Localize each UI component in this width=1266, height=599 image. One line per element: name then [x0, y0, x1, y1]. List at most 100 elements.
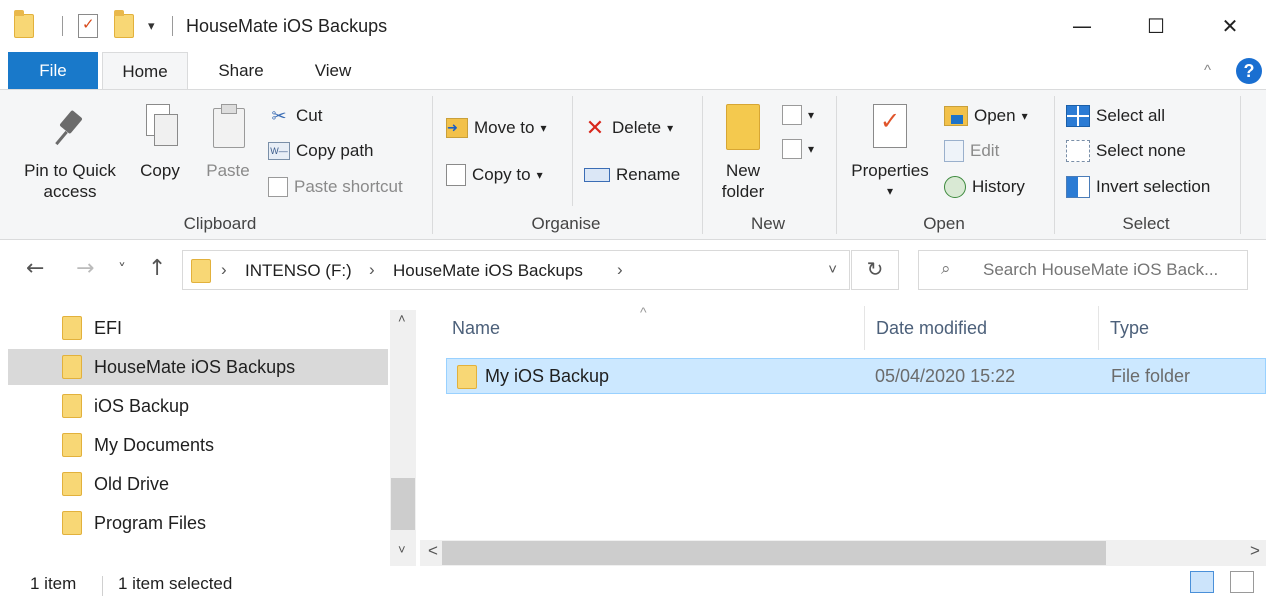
address-bar[interactable]: › INTENSO (F:) › HouseMate iOS Backups ›…: [182, 250, 850, 290]
sort-ascending-icon: ^: [640, 304, 647, 320]
status-bar: 1 item 1 item selected: [0, 566, 1266, 599]
column-divider[interactable]: [864, 306, 865, 350]
search-input[interactable]: [983, 260, 1245, 280]
history-button[interactable]: History: [944, 174, 1025, 200]
select-none-button[interactable]: Select none: [1066, 138, 1186, 164]
edit-button[interactable]: Edit: [944, 138, 999, 164]
tab-home[interactable]: Home: [102, 52, 188, 90]
easy-access-button[interactable]: ▾: [782, 136, 814, 162]
recent-locations-button[interactable]: ˅: [118, 260, 126, 279]
select-all-button[interactable]: Select all: [1066, 103, 1165, 129]
address-dropdown-button[interactable]: ˅: [828, 261, 837, 278]
copy-path-button[interactable]: W— Copy path: [268, 138, 374, 164]
column-header-type[interactable]: Type: [1110, 318, 1149, 339]
paste-button[interactable]: Paste: [200, 102, 256, 181]
tab-view[interactable]: View: [292, 52, 374, 90]
tree-item-ios-backup[interactable]: iOS Backup: [8, 388, 388, 424]
copy-button[interactable]: Copy: [134, 102, 186, 181]
window-title: HouseMate iOS Backups: [186, 16, 388, 36]
breadcrumb-current-folder[interactable]: HouseMate iOS Backups: [393, 261, 583, 281]
edit-icon: [944, 140, 964, 162]
move-to-icon: [446, 118, 468, 138]
paste-shortcut-button[interactable]: Paste shortcut: [268, 174, 403, 200]
back-button[interactable]: ←: [26, 256, 44, 281]
ribbon: Pin to Quick access Copy Paste ✂ Cut W— …: [0, 89, 1266, 240]
properties-quick-icon[interactable]: [78, 14, 98, 38]
tree-item-housemate-ios-backups[interactable]: HouseMate iOS Backups: [8, 349, 388, 385]
delete-icon: ✕: [585, 115, 605, 140]
group-divider: [702, 96, 703, 234]
new-folder-icon: [726, 104, 760, 150]
invert-selection-button[interactable]: Invert selection: [1066, 174, 1210, 200]
details-view-button[interactable]: [1190, 571, 1214, 593]
properties-icon: [873, 104, 907, 148]
scroll-left-button[interactable]: <: [428, 541, 438, 561]
column-divider[interactable]: [1098, 306, 1099, 350]
folder-icon: [62, 316, 82, 340]
navigation-pane: EFI HouseMate iOS Backups iOS Backup My …: [0, 302, 418, 566]
minimize-button[interactable]: —: [1060, 10, 1104, 42]
scroll-up-button[interactable]: ˄: [398, 311, 406, 326]
copy-icon: [142, 102, 178, 150]
tree-item-efi[interactable]: EFI: [8, 310, 388, 346]
breadcrumb-separator: ›: [221, 260, 227, 279]
group-label-organise: Organise: [531, 214, 601, 233]
group-divider: [1054, 96, 1055, 234]
close-button[interactable]: ✕: [1208, 10, 1252, 42]
up-button[interactable]: ↑: [148, 256, 166, 281]
copy-path-icon: W—: [268, 142, 290, 160]
rename-button[interactable]: Rename: [584, 162, 680, 188]
cut-button[interactable]: ✂ Cut: [268, 103, 322, 129]
pin-icon: [52, 108, 88, 148]
tree-item-program-files[interactable]: Program Files: [8, 505, 388, 541]
open-icon: [944, 106, 968, 126]
column-header-name[interactable]: Name: [452, 318, 500, 339]
collapse-ribbon-icon[interactable]: ^: [1204, 62, 1211, 79]
select-all-icon: [1066, 105, 1090, 127]
table-row[interactable]: My iOS Backup 05/04/2020 15:22 File fold…: [446, 358, 1266, 394]
scroll-down-button[interactable]: ˅: [398, 542, 406, 557]
move-to-button[interactable]: Move to ▾: [446, 115, 547, 141]
tab-file[interactable]: File: [8, 52, 98, 90]
scrollbar-thumb[interactable]: [391, 478, 415, 530]
properties-button[interactable]: Properties ▾: [844, 104, 936, 202]
tree-item-my-documents[interactable]: My Documents: [8, 427, 388, 463]
pin-to-quick-access-button[interactable]: Pin to Quick access: [14, 108, 126, 202]
scroll-right-button[interactable]: >: [1250, 541, 1260, 561]
tab-share[interactable]: Share: [200, 52, 282, 90]
group-divider: [1240, 96, 1241, 234]
folder-icon: [62, 472, 82, 496]
help-icon[interactable]: ?: [1236, 58, 1262, 84]
navigation-bar: ← → ˅ ↑ › INTENSO (F:) › HouseMate iOS B…: [0, 240, 1266, 302]
group-label-new: New: [750, 214, 785, 233]
group-label-open: Open: [923, 214, 965, 233]
dropdown-arrow-icon: ▾: [540, 121, 547, 135]
group-label-clipboard: Clipboard: [183, 214, 257, 233]
search-box[interactable]: ⌕: [918, 250, 1248, 290]
folder-icon: [457, 365, 477, 389]
breadcrumb-drive[interactable]: INTENSO (F:): [245, 261, 352, 281]
open-button[interactable]: Open ▾: [944, 103, 1028, 129]
easy-access-icon: [782, 139, 802, 159]
title-bar: ▾ HouseMate iOS Backups — ☐ ✕: [0, 0, 1266, 52]
folder-icon: [191, 259, 211, 283]
delete-button[interactable]: ✕ Delete ▾: [584, 115, 673, 141]
breadcrumb-separator: ›: [369, 260, 375, 279]
new-folder-button[interactable]: New folder: [714, 104, 772, 202]
copy-to-button[interactable]: Copy to ▾: [446, 162, 543, 188]
large-icons-view-button[interactable]: [1230, 571, 1254, 593]
status-divider: [102, 576, 103, 596]
new-folder-quick-icon[interactable]: [114, 10, 134, 38]
folder-icon: [62, 355, 82, 379]
tree-item-old-drive[interactable]: Old Drive: [8, 466, 388, 502]
customize-quick-access-button[interactable]: ▾: [148, 18, 155, 34]
scrollbar-thumb[interactable]: [442, 541, 1106, 565]
new-item-button[interactable]: ▾: [782, 102, 814, 128]
scissors-icon: ✂: [271, 105, 287, 126]
refresh-button[interactable]: ↻: [851, 250, 899, 290]
column-header-date-modified[interactable]: Date modified: [876, 318, 987, 339]
folder-icon: [62, 433, 82, 457]
forward-button[interactable]: →: [76, 256, 94, 281]
dropdown-arrow-icon: ▾: [1021, 109, 1028, 123]
maximize-button[interactable]: ☐: [1134, 10, 1178, 42]
